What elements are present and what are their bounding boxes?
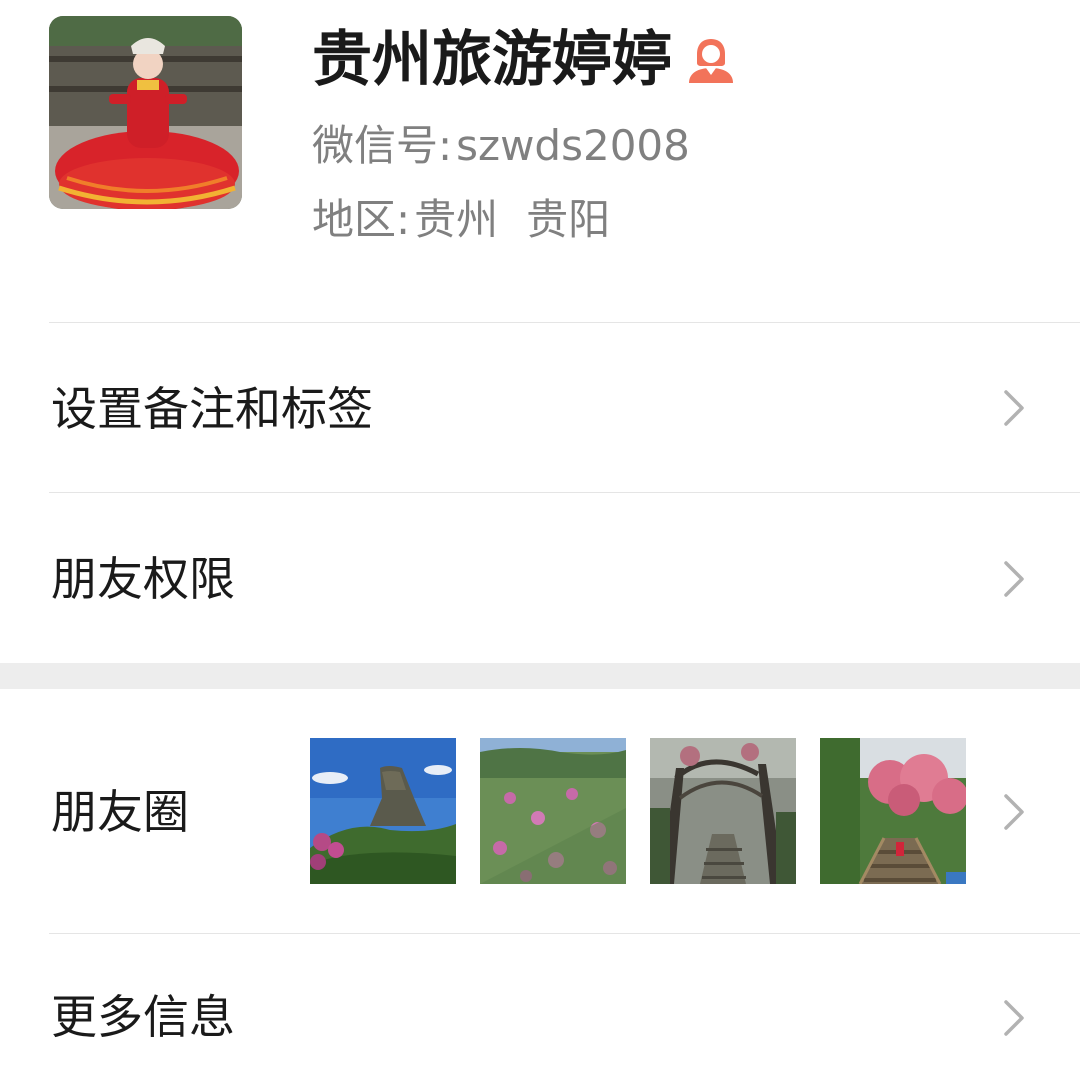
avatar-photo bbox=[49, 16, 242, 209]
region-city: 贵阳 bbox=[526, 195, 611, 244]
female-icon bbox=[686, 35, 736, 85]
moments-label: 朋友圈 bbox=[51, 785, 189, 839]
friend-permissions-label: 朋友权限 bbox=[51, 552, 235, 606]
display-name: 贵州旅游婷婷 bbox=[312, 25, 672, 95]
remark-tags-label: 设置备注和标签 bbox=[51, 382, 373, 436]
section-gap bbox=[0, 663, 1080, 689]
moments-photo-flower-stairs bbox=[820, 738, 966, 884]
more-info-cell[interactable]: 更多信息 bbox=[0, 934, 1080, 1067]
more-info-label: 更多信息 bbox=[51, 990, 235, 1044]
profile-header: 贵州旅游婷婷 微信号:szwds2008 地区:贵州 贵阳 bbox=[0, 0, 1080, 322]
wechat-id-label: 微信号: bbox=[312, 121, 453, 170]
moments-photo-forest-path bbox=[650, 738, 796, 884]
name-row: 贵州旅游婷婷 bbox=[312, 22, 736, 98]
remark-tags-cell[interactable]: 设置备注和标签 bbox=[0, 323, 1080, 492]
chevron-right-icon bbox=[1004, 1000, 1024, 1036]
friend-permissions-cell[interactable]: 朋友权限 bbox=[0, 493, 1080, 663]
region-line: 地区:贵州 贵阳 bbox=[312, 192, 610, 248]
avatar[interactable] bbox=[49, 16, 242, 209]
moments-photo-hillside-flowers bbox=[480, 738, 626, 884]
chevron-right-icon bbox=[1004, 794, 1024, 830]
chevron-right-icon bbox=[1004, 561, 1024, 597]
region-label: 地区: bbox=[312, 195, 411, 244]
region-province: 贵州 bbox=[414, 195, 499, 244]
chevron-right-icon bbox=[1004, 390, 1024, 426]
wechat-id-line: 微信号:szwds2008 bbox=[312, 118, 690, 174]
moments-photo-mountain bbox=[310, 738, 456, 884]
wechat-id-value[interactable]: szwds2008 bbox=[456, 121, 690, 170]
